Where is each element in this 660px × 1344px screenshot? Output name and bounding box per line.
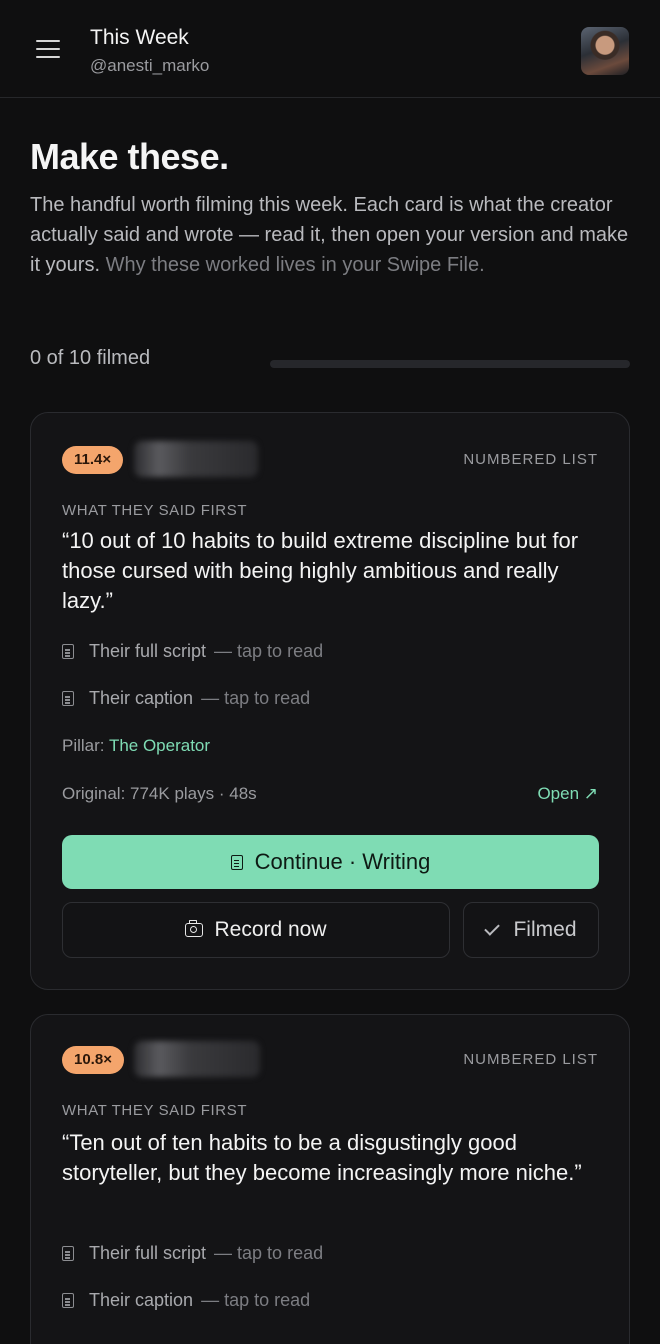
page-title: Make these.: [30, 136, 229, 177]
tap-to-read-hint: — tap to read: [214, 641, 324, 661]
caption-toggle[interactable]: Their caption — tap to read: [62, 688, 310, 709]
idea-card: 11.4× NUMBERED LIST WHAT THEY SAID FIRST…: [30, 412, 630, 990]
hamburger-menu-icon[interactable]: [36, 40, 60, 60]
mark-filmed-button[interactable]: Filmed: [463, 902, 599, 958]
multiplier-badge: 10.8×: [62, 1046, 124, 1074]
section-label: WHAT THEY SAID FIRST: [62, 502, 248, 519]
full-script-label: Their full script: [89, 1243, 207, 1263]
tap-to-read-hint: — tap to read: [201, 1290, 311, 1310]
tap-to-read-hint: — tap to read: [214, 1243, 324, 1263]
original-stats: Original: 774K plays · 48s: [62, 784, 257, 803]
top-bar: This Week @anesti_marko: [0, 0, 660, 98]
caption-label: Their caption: [89, 688, 194, 708]
full-script-toggle[interactable]: Their full script — tap to read: [62, 1243, 323, 1264]
pillar-label: Pillar:: [62, 736, 105, 755]
section-label: WHAT THEY SAID FIRST: [62, 1102, 248, 1119]
document-icon: [62, 644, 74, 659]
open-original-link[interactable]: Open ↗: [537, 784, 598, 804]
filmed-progress-bar: [270, 360, 630, 368]
continue-writing-button[interactable]: Continue · Writing: [62, 835, 599, 889]
document-icon: [230, 854, 243, 870]
continue-writing-label: Continue · Writing: [254, 849, 431, 874]
blurred-creator-handle: [134, 441, 258, 477]
page-header-title: This Week: [90, 26, 189, 49]
pillar-value[interactable]: The Operator: [109, 736, 210, 755]
document-icon: [62, 691, 74, 706]
camera-icon: [185, 920, 204, 937]
filmed-label: Filmed: [513, 918, 577, 941]
format-tag: NUMBERED LIST: [463, 1051, 598, 1068]
idea-card: 10.8× NUMBERED LIST WHAT THEY SAID FIRST…: [30, 1014, 630, 1344]
filmed-progress-label: 0 of 10 filmed: [30, 347, 151, 369]
blurred-creator-handle: [134, 1041, 260, 1077]
full-script-label: Their full script: [89, 641, 207, 661]
tap-to-read-hint: — tap to read: [201, 688, 311, 708]
format-tag: NUMBERED LIST: [463, 451, 598, 468]
intro-swipe-file-note: Why these worked lives in your Swipe Fil…: [100, 254, 485, 276]
pillar-info: Pillar: The Operator: [62, 736, 210, 756]
record-now-label: Record now: [214, 918, 327, 941]
check-icon: [484, 920, 501, 936]
intro-text: The handful worth filming this week. Eac…: [30, 190, 630, 280]
record-now-button[interactable]: Record now: [62, 902, 450, 958]
avatar[interactable]: [581, 27, 629, 75]
full-script-toggle[interactable]: Their full script — tap to read: [62, 641, 323, 662]
caption-label: Their caption: [89, 1290, 194, 1310]
document-icon: [62, 1246, 74, 1261]
caption-toggle[interactable]: Their caption — tap to read: [62, 1290, 310, 1311]
user-handle: @anesti_marko: [90, 56, 210, 75]
hook-quote: “Ten out of ten habits to be a disgustin…: [62, 1130, 582, 1185]
document-icon: [62, 1293, 74, 1308]
multiplier-badge: 11.4×: [62, 446, 124, 474]
hook-quote: “10 out of 10 habits to build extreme di…: [62, 528, 579, 613]
